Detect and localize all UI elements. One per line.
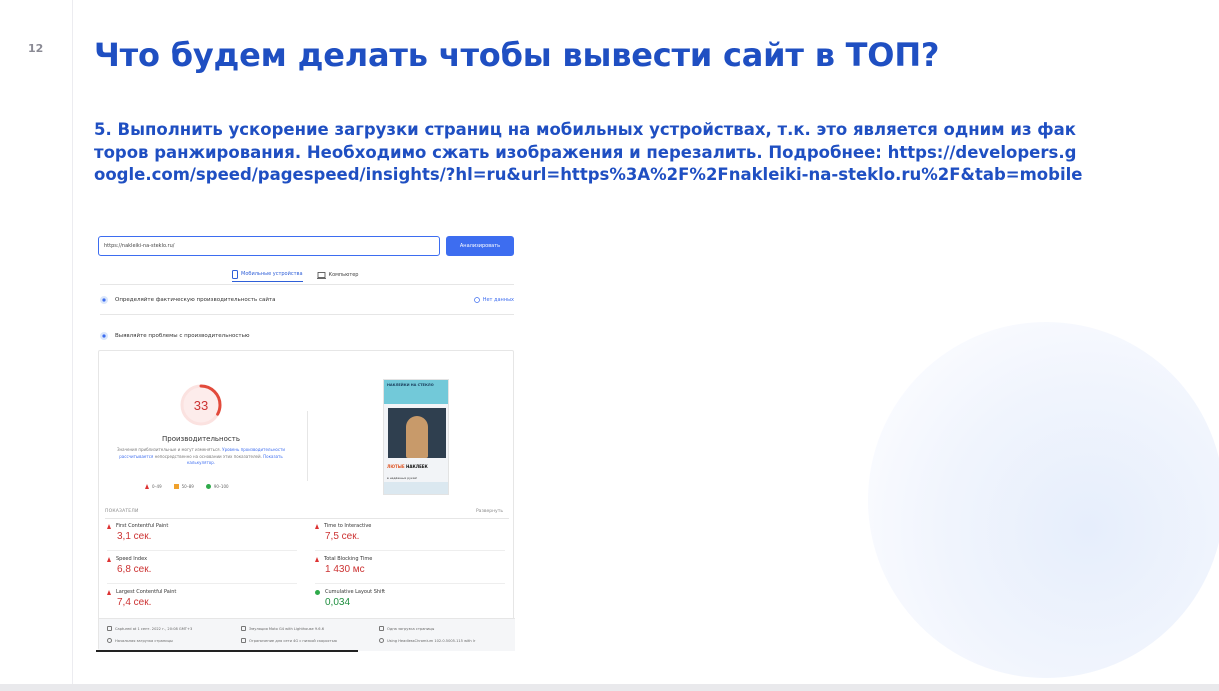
square-icon xyxy=(173,484,179,489)
phone-icon xyxy=(232,269,238,279)
wifi-icon xyxy=(241,638,246,643)
slide: 12 Что будем делать чтобы вывести сайт в… xyxy=(0,0,1219,691)
performance-card: 33 Производительность Значения приблизит… xyxy=(98,350,515,651)
device-tabs: Мобильные устройства Компьютер xyxy=(232,268,358,284)
field-data-status-text: Нет данных xyxy=(482,297,514,303)
globe-icon xyxy=(379,638,384,643)
metric-tti: Time to Interactive 7,5 сек. xyxy=(315,523,505,542)
device-icon xyxy=(241,626,246,631)
screenshot-underline xyxy=(96,650,358,652)
metric-name: Total Blocking Time xyxy=(324,556,373,562)
circle-icon xyxy=(315,589,320,595)
metric-lcp: Largest Contentful Paint 7,4 сек. xyxy=(107,589,297,608)
row-divider xyxy=(100,314,514,315)
triangle-icon xyxy=(107,589,111,595)
metric-divider xyxy=(107,583,297,584)
decorative-circle xyxy=(868,322,1219,678)
legend-average: 50–89 xyxy=(173,484,194,489)
field-data-icon xyxy=(100,296,108,304)
browser-info: Using HeadlessChromium 102.0.5005.115 wi… xyxy=(379,638,475,643)
page-thumbnail: НАКЛЕЙКИ НА СТЕКЛО ЛЮТЫЕ НАКЛЕЕК в надёж… xyxy=(383,379,449,495)
triangle-icon xyxy=(315,556,319,562)
metric-value: 6,8 сек. xyxy=(117,564,152,575)
metric-cls: Cumulative Layout Shift 0,034 xyxy=(315,589,505,608)
circle-icon xyxy=(205,484,211,489)
left-divider xyxy=(72,0,73,684)
expand-link[interactable]: Развернуть xyxy=(476,509,503,514)
tab-desktop-label: Компьютер xyxy=(328,272,359,278)
triangle-icon xyxy=(107,523,111,529)
legend-good: 90–100 xyxy=(205,484,229,489)
performance-label: Производительность xyxy=(162,435,240,443)
initial-load-info: Начальная загрузка страницы xyxy=(107,638,173,643)
slide-body-text: 5. Выполнить ускорение загрузки страниц … xyxy=(94,120,1083,184)
laptop-icon xyxy=(316,271,326,279)
performance-score: 33 xyxy=(193,397,209,413)
run-info-footer: Captured at 1 сент. 2022 г., 20:08 GMT+3… xyxy=(99,618,515,651)
emulation-info: Эмуляция Moto G4 with Lighthouse 9.6.6 xyxy=(241,626,324,631)
metric-name: Speed Index xyxy=(116,556,148,562)
score-legend: 0–49 50–89 90–100 xyxy=(145,484,229,489)
lab-data-icon xyxy=(100,332,108,340)
lab-data-label: Выявляйте проблемы с производительностью xyxy=(115,333,250,339)
tab-mobile[interactable]: Мобильные устройства xyxy=(232,268,303,282)
person-icon xyxy=(379,626,384,631)
performance-description: Значения приблизительные и могут изменят… xyxy=(111,447,291,467)
metric-name: Cumulative Layout Shift xyxy=(325,589,386,595)
metric-name: First Contentful Paint xyxy=(116,523,169,529)
thumb-headline: ЛЮТЫЕ НАКЛЕЕК xyxy=(387,464,428,469)
metric-divider xyxy=(315,550,505,551)
metric-name: Time to Interactive xyxy=(324,523,372,529)
metric-speed-index: Speed Index 6,8 сек. xyxy=(107,556,297,575)
clock-icon xyxy=(107,638,112,643)
metric-value: 7,4 сек. xyxy=(117,597,152,608)
metrics-header: ПОКАЗАТЕЛИ xyxy=(105,509,139,514)
pagespeed-screenshot: https://nakleiki-na-steklo.ru/ Анализиро… xyxy=(94,226,520,654)
captured-info: Captured at 1 сент. 2022 г., 20:08 GMT+3 xyxy=(107,626,192,631)
perf-desc-part-1: Значения приблизительные и могут изменят… xyxy=(116,447,221,452)
tab-mobile-label: Мобильные устройства xyxy=(241,271,303,277)
slide-title: Что будем делать чтобы вывести сайт в ТО… xyxy=(94,36,940,74)
bottom-bar xyxy=(0,684,1219,691)
field-data-label: Определяйте фактическую производительнос… xyxy=(115,297,276,303)
single-load-info: Одна загрузка страницы xyxy=(379,626,434,631)
metric-value: 0,034 xyxy=(325,597,351,608)
metric-value: 1 430 мс xyxy=(325,564,365,575)
metric-divider xyxy=(315,583,505,584)
metric-value: 3,1 сек. xyxy=(117,531,152,542)
field-data-status: Нет данных xyxy=(473,297,514,303)
throttling-info: Ограничение для сети 4G с низкой скорост… xyxy=(241,638,337,643)
tab-divider xyxy=(100,284,514,285)
perf-desc-part-2: непосредственно на основании этих показа… xyxy=(154,453,262,459)
lab-data-row[interactable]: Выявляйте проблемы с производительностью xyxy=(100,332,514,340)
card-separator xyxy=(307,411,308,481)
field-data-row[interactable]: Определяйте фактическую производительнос… xyxy=(100,296,514,304)
thumb-person xyxy=(406,416,428,458)
thumb-footer xyxy=(384,482,448,494)
metric-tbt: Total Blocking Time 1 430 мс xyxy=(315,556,505,575)
tab-desktop[interactable]: Компьютер xyxy=(316,268,359,282)
thumb-subline: в надёжных руках! xyxy=(387,476,418,480)
triangle-icon xyxy=(145,484,149,489)
analyze-button[interactable]: Анализировать xyxy=(446,236,514,256)
metrics-divider xyxy=(105,518,509,519)
metric-fcp: First Contentful Paint 3,1 сек. xyxy=(107,523,297,542)
triangle-icon xyxy=(107,556,111,562)
metric-name: Largest Contentful Paint xyxy=(116,589,177,595)
calendar-icon xyxy=(107,626,112,631)
thumb-brand: НАКЛЕЙКИ НА СТЕКЛО xyxy=(387,383,434,387)
triangle-icon xyxy=(315,523,319,529)
info-icon xyxy=(473,297,480,303)
legend-poor: 0–49 xyxy=(145,484,162,489)
url-input[interactable]: https://nakleiki-na-steklo.ru/ xyxy=(98,236,440,256)
metric-divider xyxy=(107,550,297,551)
metric-value: 7,5 сек. xyxy=(325,531,360,542)
page-number: 12 xyxy=(28,42,44,55)
